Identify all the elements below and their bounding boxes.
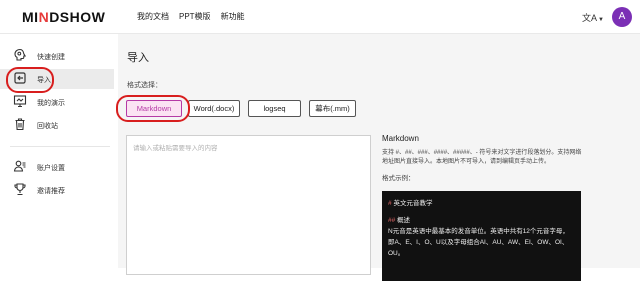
import-content-textarea[interactable]: 请输入或粘贴需要导入的内容 <box>126 135 371 275</box>
sidebar-item-label: 导入 <box>37 77 51 84</box>
trophy-icon <box>14 183 26 196</box>
presentation-icon <box>13 95 27 108</box>
code-text: 英文元音教学 <box>393 200 433 207</box>
sidebar-item-trash[interactable]: 回收站 <box>0 115 114 135</box>
code-text: 即A、E、I、O、U以及字母组合AI、AU、AW、EI、OW、OI、 <box>388 239 569 246</box>
textarea-placeholder: 请输入或粘贴需要导入的内容 <box>133 145 218 152</box>
code-text: OU。 <box>388 250 405 257</box>
code-line: OU。 <box>388 248 575 259</box>
code-line: 即A、E、I、O、U以及字母组合AI、AU、AW、EI、OW、OI、 <box>388 237 575 248</box>
logo-text-part: MI <box>22 9 39 25</box>
main-panel: 导入 格式选择： Markdown Word(.docx) logseq 幕布(… <box>118 34 640 281</box>
chevron-down-icon: ▼ <box>598 17 604 23</box>
sidebar-item-quick-create[interactable]: 快速创建 <box>0 46 114 66</box>
format-markdown-button[interactable]: Markdown <box>126 100 182 117</box>
format-help-panel: Markdown 支持 #、##、###、####、#####、- 符号来对文字… <box>382 134 582 182</box>
logo-text-part: DSHOW <box>49 9 106 25</box>
format-word-button[interactable]: Word(.docx) <box>188 100 240 117</box>
page-title: 导入 <box>127 52 149 64</box>
nav-new-features[interactable]: 新功能 <box>221 11 245 22</box>
trash-icon <box>15 118 25 131</box>
sidebar-item-import[interactable]: 导入 <box>0 69 114 89</box>
format-mubu-button[interactable]: 幕布(.mm) <box>309 100 356 117</box>
code-line: N元音是英语中最基本的发音单位。英语中共有12个元音字母， <box>388 226 575 237</box>
code-text: 概述 <box>397 217 411 224</box>
code-line: # 英文元音教学 <box>388 198 575 209</box>
format-label: 格式选择： <box>127 82 162 89</box>
nav-ppt-templates[interactable]: PPT模版 <box>179 11 211 22</box>
sidebar-item-label: 我的演示 <box>37 100 65 107</box>
format-logseq-button[interactable]: logseq <box>248 100 301 117</box>
app-logo[interactable]: MINDSHOW <box>22 9 105 25</box>
import-icon <box>14 72 26 84</box>
code-text: N元音是英语中最基本的发音单位。英语中共有12个元音字母， <box>388 228 569 235</box>
top-nav: 我的文档 PPT模版 新功能 <box>137 11 245 22</box>
account-icon <box>13 160 26 172</box>
avatar[interactable]: A <box>612 7 632 27</box>
sidebar-item-label: 快速创建 <box>37 54 65 61</box>
translate-icon: 文A <box>582 13 598 23</box>
code-mark: # <box>388 200 392 207</box>
sidebar-item-my-presentations[interactable]: 我的演示 <box>0 92 114 112</box>
sidebar-divider <box>10 146 110 147</box>
top-bar: MINDSHOW 我的文档 PPT模版 新功能 文A▼ A <box>0 0 640 34</box>
sidebar-item-account-settings[interactable]: 账户设置 <box>0 157 114 177</box>
brain-icon <box>14 48 27 61</box>
sidebar-item-label: 账户设置 <box>37 165 65 172</box>
code-mark: ## <box>388 217 396 224</box>
help-title: Markdown <box>382 134 419 143</box>
logo-text-accent: N <box>38 9 50 25</box>
sidebar: 快速创建 导入 我的演示 回收站 账户设置 邀请推荐 <box>0 34 118 268</box>
code-line: ## 概述 <box>388 215 575 226</box>
help-description: 支持 #、##、###、####、#####、- 符号来对文字进行段落划分。支持… <box>382 150 582 165</box>
nav-my-documents[interactable]: 我的文档 <box>137 11 169 22</box>
sidebar-item-referral[interactable]: 邀请推荐 <box>0 180 114 200</box>
example-label: 格式示例： <box>382 175 415 182</box>
sidebar-item-label: 邀请推荐 <box>37 188 65 195</box>
language-switcher[interactable]: 文A▼ <box>582 11 604 24</box>
sidebar-item-label: 回收站 <box>37 123 58 130</box>
